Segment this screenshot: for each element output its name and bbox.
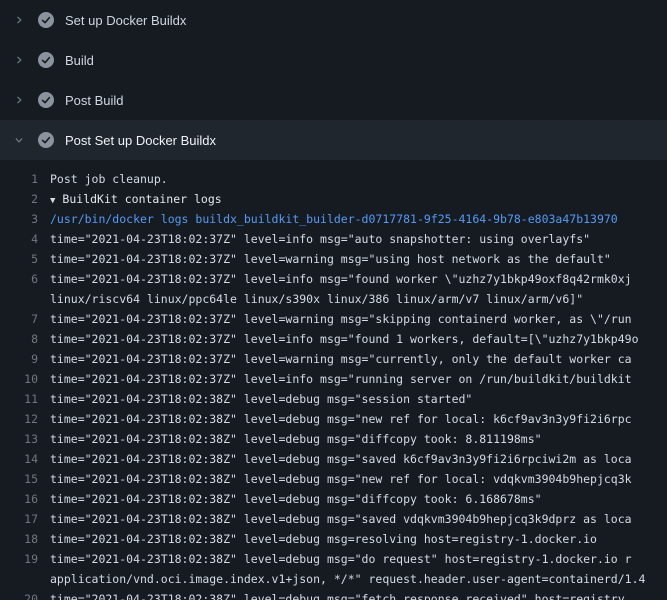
step-title: Build [65, 53, 94, 68]
log-line: linux/riscv64 linux/ppc64le linux/s390x … [0, 289, 667, 309]
check-circle-icon [38, 92, 54, 108]
line-number[interactable]: 15 [0, 469, 50, 489]
check-circle-icon [38, 12, 54, 28]
log-text: time="2021-04-23T18:02:38Z" level=debug … [50, 589, 667, 600]
log-line: 14time="2021-04-23T18:02:38Z" level=debu… [0, 449, 667, 469]
line-number[interactable] [0, 289, 50, 309]
log-line: 13time="2021-04-23T18:02:38Z" level=debu… [0, 429, 667, 449]
log-line: 17time="2021-04-23T18:02:38Z" level=debu… [0, 509, 667, 529]
line-number[interactable]: 1 [0, 169, 50, 189]
log-text: time="2021-04-23T18:02:38Z" level=debug … [50, 429, 667, 449]
line-number[interactable]: 10 [0, 369, 50, 389]
line-number[interactable] [0, 569, 50, 589]
log-text: time="2021-04-23T18:02:38Z" level=debug … [50, 529, 667, 549]
step-list: Set up Docker Buildx Build Post Build Post … [0, 0, 667, 160]
chevron-right-icon [13, 55, 25, 65]
log-text: Post job cleanup. [50, 169, 667, 189]
log-text: time="2021-04-23T18:02:37Z" level=info m… [50, 369, 667, 389]
step-title: Post Set up Docker Buildx [65, 133, 216, 148]
log-line: 18time="2021-04-23T18:02:38Z" level=debu… [0, 529, 667, 549]
log-text: /usr/bin/docker logs buildx_buildkit_bui… [50, 209, 667, 229]
line-number[interactable]: 17 [0, 509, 50, 529]
line-number[interactable]: 3 [0, 209, 50, 229]
line-number[interactable]: 7 [0, 309, 50, 329]
log-line: 15time="2021-04-23T18:02:38Z" level=debu… [0, 469, 667, 489]
log-line: 20time="2021-04-23T18:02:38Z" level=debu… [0, 589, 667, 600]
log-line-command: 3/usr/bin/docker logs buildx_buildkit_bu… [0, 209, 667, 229]
step-title: Post Build [65, 93, 124, 108]
line-number[interactable]: 2 [0, 189, 50, 209]
line-number[interactable]: 8 [0, 329, 50, 349]
log-line: 6time="2021-04-23T18:02:37Z" level=info … [0, 269, 667, 289]
log-line: 8time="2021-04-23T18:02:37Z" level=info … [0, 329, 667, 349]
log-line: 4time="2021-04-23T18:02:37Z" level=info … [0, 229, 667, 249]
step-header-post-set-up-docker-buildx[interactable]: Post Set up Docker Buildx [0, 120, 667, 160]
log-viewer: 1Post job cleanup.2▼ BuildKit container l… [0, 160, 667, 600]
log-line: 10time="2021-04-23T18:02:37Z" level=info… [0, 369, 667, 389]
log-line: application/vnd.oci.image.index.v1+json,… [0, 569, 667, 589]
line-number[interactable]: 13 [0, 429, 50, 449]
log-line: 7time="2021-04-23T18:02:37Z" level=warni… [0, 309, 667, 329]
log-text: time="2021-04-23T18:02:38Z" level=debug … [50, 549, 667, 569]
log-text: time="2021-04-23T18:02:38Z" level=debug … [50, 449, 667, 469]
step-header-build[interactable]: Build [0, 40, 667, 80]
line-number[interactable]: 14 [0, 449, 50, 469]
log-text: application/vnd.oci.image.index.v1+json,… [50, 569, 667, 589]
line-number[interactable]: 16 [0, 489, 50, 509]
log-text: time="2021-04-23T18:02:37Z" level=warnin… [50, 349, 667, 369]
log-line-group: 2▼ BuildKit container logs [0, 189, 667, 209]
log-line: 19time="2021-04-23T18:02:38Z" level=debu… [0, 549, 667, 569]
log-line: 9time="2021-04-23T18:02:37Z" level=warni… [0, 349, 667, 369]
chevron-right-icon [13, 95, 25, 105]
line-number[interactable]: 11 [0, 389, 50, 409]
log-text: time="2021-04-23T18:02:37Z" level=warnin… [50, 249, 667, 269]
log-line: 12time="2021-04-23T18:02:38Z" level=debu… [0, 409, 667, 429]
chevron-down-icon [13, 135, 25, 145]
chevron-right-icon [13, 15, 25, 25]
log-text: time="2021-04-23T18:02:38Z" level=debug … [50, 409, 667, 429]
triangle-down-icon: ▼ [50, 196, 55, 206]
line-number[interactable]: 5 [0, 249, 50, 269]
check-circle-icon [38, 132, 54, 148]
line-number[interactable]: 19 [0, 549, 50, 569]
log-line: 11time="2021-04-23T18:02:38Z" level=debu… [0, 389, 667, 409]
line-number[interactable]: 9 [0, 349, 50, 369]
log-text: time="2021-04-23T18:02:38Z" level=debug … [50, 469, 667, 489]
line-number[interactable]: 6 [0, 269, 50, 289]
line-number[interactable]: 18 [0, 529, 50, 549]
log-group-toggle[interactable]: ▼ BuildKit container logs [50, 189, 667, 209]
log-text: time="2021-04-23T18:02:37Z" level=info m… [50, 269, 667, 289]
log-text: time="2021-04-23T18:02:37Z" level=warnin… [50, 309, 667, 329]
log-text: time="2021-04-23T18:02:38Z" level=debug … [50, 389, 667, 409]
group-label: BuildKit container logs [62, 192, 221, 206]
line-number[interactable]: 4 [0, 229, 50, 249]
step-header-post-build[interactable]: Post Build [0, 80, 667, 120]
log-text: time="2021-04-23T18:02:37Z" level=info m… [50, 229, 667, 249]
log-line: 16time="2021-04-23T18:02:38Z" level=debu… [0, 489, 667, 509]
log-text: time="2021-04-23T18:02:38Z" level=debug … [50, 489, 667, 509]
log-text: linux/riscv64 linux/ppc64le linux/s390x … [50, 289, 667, 309]
line-number[interactable]: 12 [0, 409, 50, 429]
step-title: Set up Docker Buildx [65, 13, 186, 28]
log-text: time="2021-04-23T18:02:37Z" level=info m… [50, 329, 667, 349]
step-header-set-up-docker-buildx[interactable]: Set up Docker Buildx [0, 0, 667, 40]
log-line: 5time="2021-04-23T18:02:37Z" level=warni… [0, 249, 667, 269]
log-line: 1Post job cleanup. [0, 169, 667, 189]
log-text: time="2021-04-23T18:02:38Z" level=debug … [50, 509, 667, 529]
line-number[interactable]: 20 [0, 589, 50, 600]
check-circle-icon [38, 52, 54, 68]
